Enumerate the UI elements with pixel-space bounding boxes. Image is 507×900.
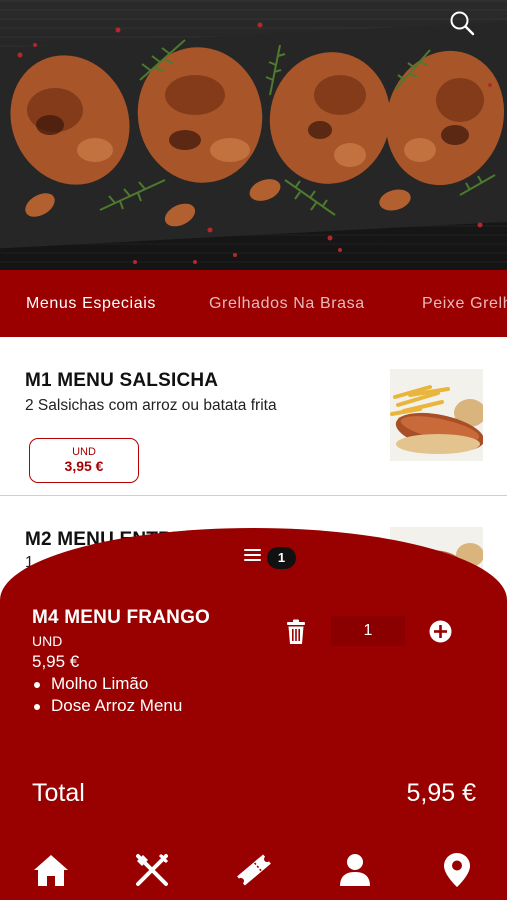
nav-menu[interactable] <box>132 850 172 890</box>
plus-circle-icon <box>429 620 452 643</box>
cart-item-title: M4 MENU FRANGO <box>32 607 211 628</box>
menu-lines-icon <box>244 549 261 563</box>
utensils-icon <box>136 853 169 886</box>
menu-item-m1[interactable]: M1 MENU SALSICHA 2 Salsichas com arroz o… <box>0 337 507 495</box>
quantity-field[interactable]: 1 <box>331 616 405 646</box>
price-unit: UND <box>72 446 96 458</box>
nav-profile[interactable] <box>335 850 375 890</box>
cart-item-unit: UND <box>32 633 63 649</box>
location-pin-icon <box>444 853 470 887</box>
hero-banner-image <box>0 0 507 270</box>
total-value: 5,95 € <box>406 779 476 807</box>
category-tabs: Menus Especiais Grelhados Na Brasa Peixe… <box>0 270 507 337</box>
remove-item-button[interactable] <box>285 619 307 645</box>
search-icon <box>450 11 475 36</box>
cart-item-options: Molho Limão Dose Arroz Menu <box>32 673 182 717</box>
nav-coupons[interactable] <box>234 850 274 890</box>
grilled-chicken-illustration <box>0 21 507 264</box>
increase-quantity-button[interactable] <box>429 620 452 643</box>
cart-count-badge: 1 <box>267 547 296 569</box>
nav-location[interactable] <box>437 850 477 890</box>
add-item-price-button[interactable]: UND 3,95 € <box>29 438 139 483</box>
trash-icon <box>287 619 305 644</box>
cart-option: Molho Limão <box>32 673 182 695</box>
search-button[interactable] <box>449 10 483 44</box>
home-icon <box>34 855 68 886</box>
item-title: M1 MENU SALSICHA <box>25 370 219 391</box>
nav-home[interactable] <box>31 850 71 890</box>
ticket-icon <box>237 854 271 886</box>
tab-menus-especiais[interactable]: Menus Especiais <box>26 270 156 337</box>
tab-grelhados-na-brasa[interactable]: Grelhados Na Brasa <box>209 270 365 337</box>
cart-item-price: 5,95 € <box>32 652 80 671</box>
price-value: 3,95 € <box>64 458 104 474</box>
cart-sheet-handle[interactable]: 1 <box>244 545 296 571</box>
total-label: Total <box>32 779 85 807</box>
user-icon <box>340 854 370 886</box>
item-thumbnail <box>390 369 483 461</box>
tab-peixe-grelhado[interactable]: Peixe Grelhado <box>422 270 507 337</box>
cart-option: Dose Arroz Menu <box>32 695 182 717</box>
item-description: 2 Salsichas com arroz ou batata frita <box>25 397 277 414</box>
